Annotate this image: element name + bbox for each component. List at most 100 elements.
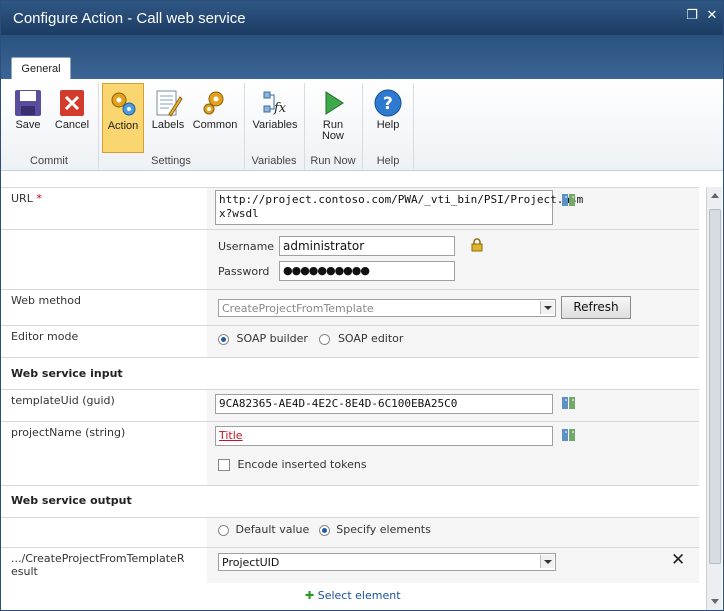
output-mode-options: Default value Specify elements <box>218 523 431 536</box>
result-cell: ProjectUID ✕ <box>207 548 699 583</box>
project-name-row: projectName (string) Title <box>1 421 699 453</box>
common-button[interactable]: Common <box>191 83 239 145</box>
select-element-link[interactable]: ✚ Select element <box>305 589 401 602</box>
output-mode-row: Default value Specify elements <box>1 517 699 547</box>
group-run-now: Run Now <box>310 155 356 167</box>
window-title: Configure Action - Call web service <box>13 10 246 27</box>
web-method-row: Web method CreateProjectFromTemplate Ref… <box>1 289 699 325</box>
username-input[interactable]: administrator <box>279 236 455 256</box>
template-uid-label: templateUid (guid) <box>11 394 115 407</box>
now-label: Now <box>321 130 344 142</box>
username-label: Username <box>218 240 275 253</box>
cancel-button[interactable]: Cancel <box>51 83 93 145</box>
result-label: .../CreateProjectFromTemplateR esult <box>11 552 184 578</box>
url-label: URL * <box>11 192 42 205</box>
help-button[interactable]: ? Help <box>368 83 408 145</box>
chevron-down-icon <box>540 555 554 568</box>
url-line-2: x?wsdl <box>219 207 259 220</box>
labels-button[interactable]: Labels <box>147 83 189 145</box>
editor-mode-label: Editor mode <box>11 330 79 343</box>
result-row: .../CreateProjectFromTemplateR esult Pro… <box>1 547 699 583</box>
encode-cell: Encode inserted tokens <box>207 453 699 485</box>
group-commit: Commit <box>30 155 68 167</box>
labels-label: Labels <box>151 119 185 131</box>
title-bar: Configure Action - Call web service ❐ ✕ <box>1 1 723 35</box>
labels-icon <box>156 90 183 117</box>
credentials-row: Username administrator Password ●●●●●●●●… <box>1 229 699 289</box>
scrollbar-thumb[interactable] <box>709 209 721 564</box>
project-name-label: projectName (string) <box>11 426 126 439</box>
common-gears-icon <box>203 91 224 115</box>
save-label: Save <box>15 119 41 131</box>
restore-icon[interactable]: ❐ <box>685 9 699 23</box>
soap-builder-radio[interactable] <box>218 333 229 345</box>
password-input[interactable]: ●●●●●●●●●● <box>279 261 455 281</box>
variables-button[interactable]: fx Variables <box>249 83 301 145</box>
variables-fx-icon: fx <box>263 91 287 116</box>
group-help: Help <box>376 155 400 167</box>
web-method-select[interactable]: CreateProjectFromTemplate <box>218 299 556 317</box>
encode-option: Encode inserted tokens <box>218 458 367 471</box>
project-name-input[interactable]: Title <box>215 426 553 446</box>
result-select[interactable]: ProjectUID <box>218 553 556 571</box>
ribbon: Save Cancel Action Labels Common fx Vari… <box>1 79 723 171</box>
soap-builder-label: SOAP builder <box>236 332 308 345</box>
refresh-button[interactable]: Refresh <box>561 296 631 319</box>
lookup-icon[interactable] <box>561 427 577 443</box>
lock-icon <box>471 238 483 252</box>
chevron-down-icon <box>540 301 554 314</box>
remove-icon[interactable]: ✕ <box>671 550 685 570</box>
result-label-line-1: .../CreateProjectFromTemplateR <box>11 552 185 565</box>
web-method-cell: CreateProjectFromTemplate Refresh <box>207 290 699 325</box>
url-cell: http://project.contoso.com/PWA/_vti_bin/… <box>207 188 699 229</box>
encode-checkbox[interactable] <box>218 459 230 471</box>
group-settings: Settings <box>151 155 191 167</box>
close-icon[interactable]: ✕ <box>705 9 719 23</box>
url-input[interactable]: http://project.contoso.com/PWA/_vti_bin/… <box>215 190 584 225</box>
template-uid-input[interactable]: 9CA82365-AE4D-4E2C-8E4D-6C100EBA25C0 <box>215 394 553 414</box>
select-element-row: ✚ Select element <box>1 583 699 607</box>
encode-row: Encode inserted tokens <box>1 453 699 485</box>
editor-mode-row: Editor mode SOAP builder SOAP editor <box>1 325 699 357</box>
scroll-down-icon[interactable] <box>711 599 719 604</box>
web-method-value: CreateProjectFromTemplate <box>222 302 374 315</box>
divider <box>413 83 414 169</box>
lookup-icon[interactable] <box>561 395 577 411</box>
default-value-radio[interactable] <box>218 524 229 536</box>
svg-text:?: ? <box>383 94 393 114</box>
vertical-scrollbar[interactable] <box>706 187 722 610</box>
run-now-button[interactable]: Run Now <box>313 83 353 145</box>
dialog-window: Configure Action - Call web service ❐ ✕ … <box>0 0 724 611</box>
specify-elements-radio[interactable] <box>318 524 330 536</box>
select-element-label: Select element <box>317 589 401 602</box>
action-label: Action <box>107 120 139 132</box>
help-label: Help <box>376 119 400 131</box>
result-value: ProjectUID <box>222 556 280 569</box>
cancel-label: Cancel <box>54 119 90 131</box>
output-section-row: Web service output <box>1 485 699 517</box>
credentials-cell: Username administrator Password ●●●●●●●●… <box>207 230 699 289</box>
plus-icon: ✚ <box>305 589 315 602</box>
tab-general[interactable]: General <box>11 57 71 80</box>
action-button[interactable]: Action <box>102 83 144 153</box>
input-section-heading: Web service input <box>11 367 123 380</box>
group-variables: Variables <box>251 155 297 167</box>
ribbon-header <box>1 35 723 79</box>
url-row: URL * http://project.contoso.com/PWA/_vt… <box>1 187 699 229</box>
common-label: Common <box>192 119 238 131</box>
save-button[interactable]: Save <box>7 83 49 145</box>
soap-editor-label: SOAP editor <box>337 332 404 345</box>
save-icon <box>15 90 41 116</box>
soap-editor-radio[interactable] <box>319 333 331 345</box>
output-section-heading: Web service output <box>11 494 132 507</box>
password-label: Password <box>218 265 270 278</box>
url-line-1: http://project.contoso.com/PWA/_vti_bin/… <box>219 193 584 206</box>
editor-mode-cell: SOAP builder SOAP editor <box>207 326 699 357</box>
svg-text:fx: fx <box>273 101 287 116</box>
editor-mode-options: SOAP builder SOAP editor <box>218 332 403 345</box>
variables-label: Variables <box>252 119 298 131</box>
template-uid-row: templateUid (guid) 9CA82365-AE4D-4E2C-8E… <box>1 389 699 421</box>
lookup-icon[interactable] <box>561 192 577 208</box>
output-mode-cell: Default value Specify elements <box>207 518 699 547</box>
scroll-up-icon[interactable] <box>711 193 719 198</box>
